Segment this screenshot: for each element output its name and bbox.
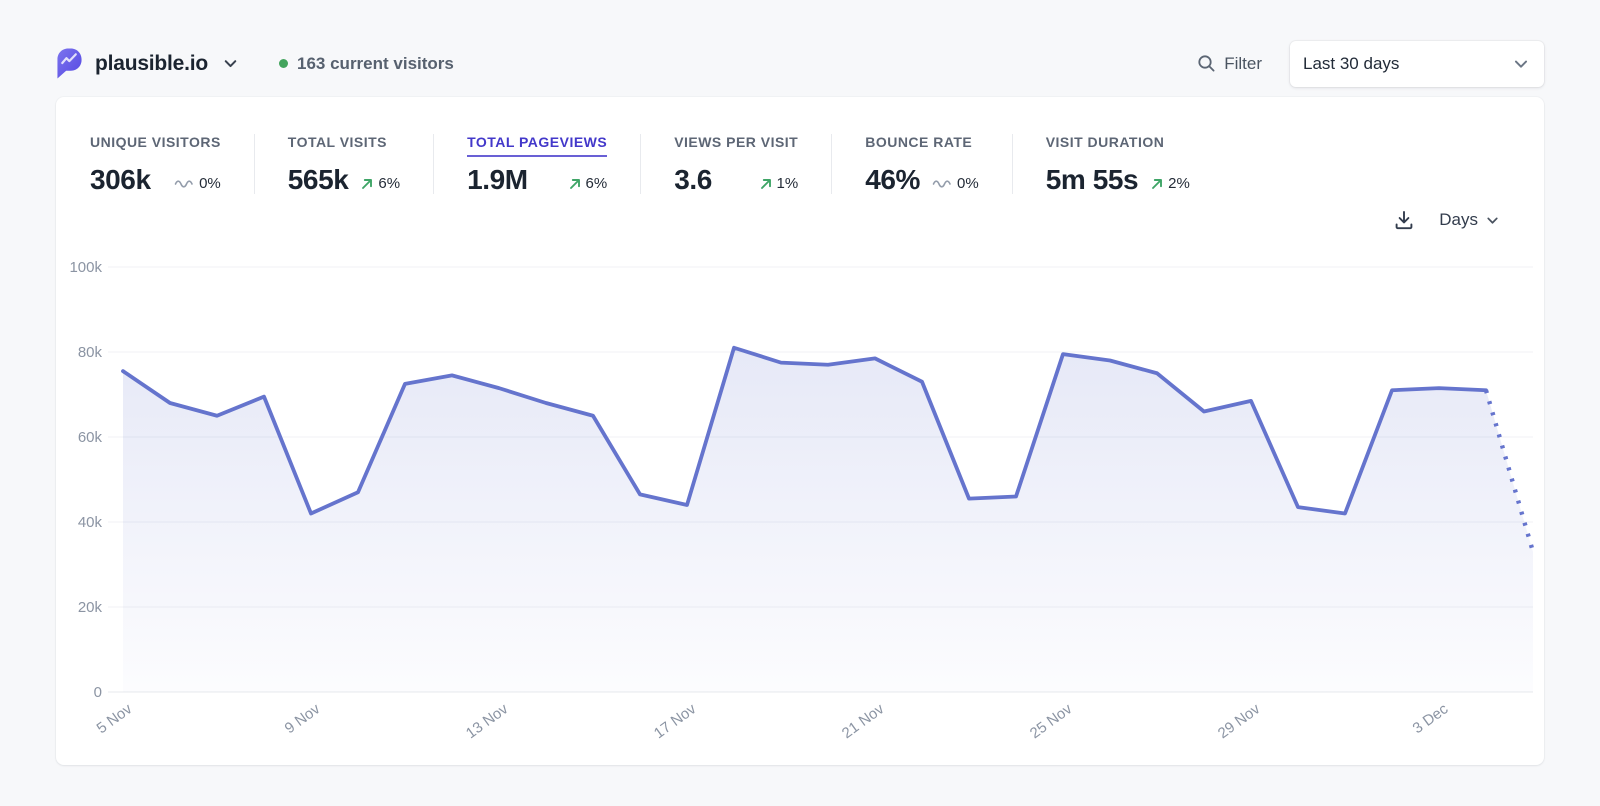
- x-axis-label: 13 Nov: [463, 700, 512, 742]
- x-axis-label: 25 Nov: [1027, 700, 1076, 742]
- stat-change-value: 2%: [1168, 175, 1190, 192]
- stat-change-value: 0%: [957, 175, 979, 192]
- dashboard-card: UNIQUE VISITORS306k0%TOTAL VISITS565k6%T…: [56, 97, 1544, 765]
- download-button[interactable]: [1393, 209, 1415, 231]
- trend-up-icon: [568, 177, 582, 191]
- stat-value-row: 3.6 1%: [674, 166, 798, 194]
- stats-row: UNIQUE VISITORS306k0%TOTAL VISITS565k6%T…: [56, 97, 1544, 194]
- stat-total-pageviews[interactable]: TOTAL PAGEVIEWS 1.9M 6%: [433, 134, 640, 194]
- plausible-dashboard: plausible.io 163 current visitors Filter…: [0, 0, 1600, 765]
- stat-change: 0%: [932, 175, 979, 194]
- stat-value: 306k: [90, 166, 151, 194]
- stat-change: 0%: [174, 175, 221, 194]
- y-axis-label: 0: [94, 684, 102, 701]
- trend-up-icon: [1150, 177, 1164, 191]
- stat-change-value: 6%: [378, 175, 400, 192]
- y-axis-label: 80k: [78, 344, 103, 361]
- stat-value: 1.9M: [467, 166, 528, 194]
- stat-label: TOTAL PAGEVIEWS: [467, 134, 607, 157]
- stat-label: UNIQUE VISITORS: [90, 134, 221, 157]
- site-switcher[interactable]: plausible.io: [56, 48, 239, 79]
- stat-value: 3.6: [674, 166, 712, 194]
- search-icon: [1197, 54, 1216, 73]
- stat-value: 5m 55s: [1046, 166, 1138, 194]
- x-axis-label: 21 Nov: [839, 700, 888, 742]
- chevron-down-icon: [222, 55, 239, 72]
- pageviews-area: [123, 348, 1533, 692]
- stat-total-visits[interactable]: TOTAL VISITS 565k 6%: [254, 134, 433, 194]
- x-axis-label: 17 Nov: [651, 700, 700, 742]
- top-bar: plausible.io 163 current visitors Filter…: [56, 0, 1544, 97]
- filter-label: Filter: [1224, 54, 1262, 74]
- stat-change: 2%: [1150, 175, 1190, 194]
- stat-change: 6%: [360, 175, 400, 194]
- chart-controls: Days: [1393, 209, 1500, 231]
- trend-up-icon: [759, 177, 773, 191]
- interval-select[interactable]: Days: [1439, 210, 1500, 230]
- y-axis-label: 60k: [78, 429, 103, 446]
- stat-views-per-visit[interactable]: VIEWS PER VISIT 3.6 1%: [640, 134, 831, 194]
- download-icon: [1393, 209, 1415, 231]
- site-name: plausible.io: [95, 52, 208, 76]
- current-visitors[interactable]: 163 current visitors: [279, 54, 454, 74]
- y-axis-label: 40k: [78, 514, 103, 531]
- filter-button[interactable]: Filter: [1197, 54, 1262, 74]
- date-range-value: Last 30 days: [1303, 54, 1512, 74]
- stat-label: VIEWS PER VISIT: [674, 134, 798, 157]
- x-axis-label: 5 Nov: [94, 700, 136, 737]
- stat-value-row: 5m 55s 2%: [1046, 166, 1190, 194]
- stat-value-row: 306k 0%: [90, 166, 221, 194]
- x-axis-label: 9 Nov: [282, 700, 324, 737]
- stat-value-row: 46% 0%: [865, 166, 978, 194]
- pageviews-chart[interactable]: 0 20k 40k 60k 80k 100k 5 Nov 9 Nov 13 Nov 17 Nov 2…: [56, 245, 1544, 765]
- stat-change-value: 1%: [777, 175, 799, 192]
- y-axis-label: 20k: [78, 599, 103, 616]
- live-dot-icon: [279, 59, 288, 68]
- stat-bounce-rate[interactable]: BOUNCE RATE 46% 0%: [831, 134, 1011, 194]
- x-axis-label: 29 Nov: [1215, 700, 1264, 742]
- trend-flat-icon: [932, 178, 953, 190]
- interval-label: Days: [1439, 210, 1478, 230]
- chevron-down-icon: [1512, 55, 1530, 73]
- stat-change-value: 6%: [586, 175, 608, 192]
- x-axis-label: 3 Dec: [1410, 700, 1452, 737]
- stat-label: BOUNCE RATE: [865, 134, 972, 157]
- y-axis-label: 100k: [69, 259, 102, 276]
- stat-label: VISIT DURATION: [1046, 134, 1165, 157]
- plausible-logo-icon: [56, 48, 83, 79]
- stat-value: 46%: [865, 166, 920, 194]
- stat-value-row: 1.9M 6%: [467, 166, 607, 194]
- stat-unique-visitors[interactable]: UNIQUE VISITORS 306k 0%: [90, 134, 254, 194]
- chevron-down-icon: [1485, 213, 1500, 228]
- stat-label: TOTAL VISITS: [288, 134, 387, 157]
- stat-visit-duration[interactable]: VISIT DURATION 5m 55s 2%: [1012, 134, 1223, 194]
- stat-value-row: 565k 6%: [288, 166, 400, 194]
- stat-value: 565k: [288, 166, 349, 194]
- trend-up-icon: [360, 177, 374, 191]
- stat-change: 1%: [759, 175, 799, 194]
- stat-change: 6%: [568, 175, 608, 194]
- date-range-select[interactable]: Last 30 days: [1290, 41, 1544, 87]
- trend-flat-icon: [174, 178, 195, 190]
- stat-change-value: 0%: [199, 175, 221, 192]
- current-visitors-label: 163 current visitors: [297, 54, 454, 74]
